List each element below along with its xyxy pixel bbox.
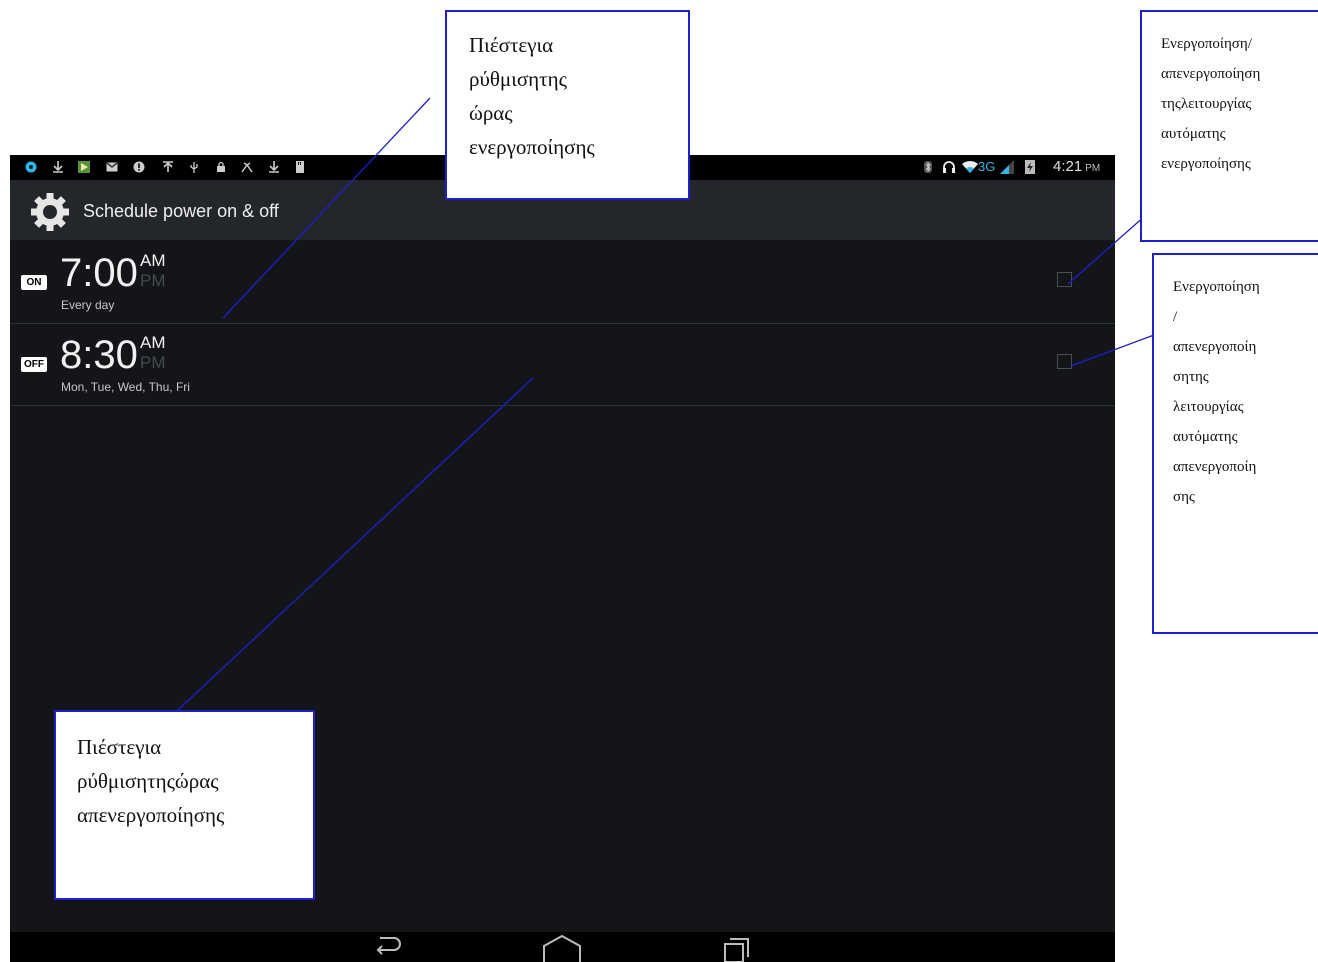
lock-icon [217, 161, 225, 172]
status-clock: 4:21 PM [1053, 158, 1101, 175]
battery-icon [1025, 160, 1035, 174]
browser-icon [25, 161, 37, 173]
sd-card-icon [296, 161, 304, 173]
navigation-bar [10, 932, 1115, 962]
alert-icon [133, 161, 145, 173]
callout-toggle-auto-on: Ενεργοποίηση/ απενεργοποίηση τηςλειτουργ… [1140, 10, 1318, 242]
usb-icon [190, 162, 198, 173]
schedule-row-power-off[interactable]: OFF 8:30 AM PM Mon, Tue, Wed, Thu, Fri [10, 323, 1115, 406]
upload-icon [163, 161, 173, 172]
settings-gear-icon[interactable] [28, 190, 72, 234]
gmail-icon [106, 162, 118, 172]
schedule-time: 7:00 [60, 251, 138, 295]
repeat-days: Mon, Tue, Wed, Thu, Fri [61, 380, 190, 394]
repeat-days: Every day [61, 298, 115, 312]
headset-icon [943, 161, 955, 173]
home-icon[interactable] [532, 932, 592, 962]
pm-label: PM [140, 353, 166, 372]
signal-icon [1000, 160, 1014, 174]
am-label: AM [140, 251, 166, 270]
schedule-row-power-on[interactable]: ON 7:00 AM PM Every day [10, 241, 1115, 324]
download-icon [269, 161, 279, 173]
callout-toggle-auto-off: Ενεργοποίηση / απενεργοποίη σητης λειτου… [1152, 253, 1318, 634]
power-off-enable-checkbox[interactable] [1057, 354, 1072, 369]
callout-set-off-time: Πιέστεγια ρύθμισητηςώρας απενεργοποίησης [54, 710, 315, 900]
play-store-icon [78, 161, 90, 173]
power-off-badge: OFF [21, 357, 47, 372]
debug-icon [241, 162, 253, 173]
am-label: AM [140, 333, 166, 352]
schedule-time: 8:30 [60, 333, 138, 377]
power-on-enable-checkbox[interactable] [1057, 272, 1072, 287]
pm-label: PM [140, 271, 166, 290]
bluetooth-icon [924, 161, 932, 173]
recent-apps-icon[interactable] [707, 932, 767, 962]
power-on-badge: ON [21, 275, 47, 290]
back-icon[interactable] [358, 932, 418, 962]
download-icon [53, 161, 63, 173]
callout-set-on-time: Πιέστεγια ρύθμισητης ώρας ενεργοποίησης [445, 10, 690, 200]
wifi-icon [962, 160, 978, 173]
page-title: Schedule power on & off [83, 201, 279, 221]
network-type-label: 3G [978, 159, 996, 174]
